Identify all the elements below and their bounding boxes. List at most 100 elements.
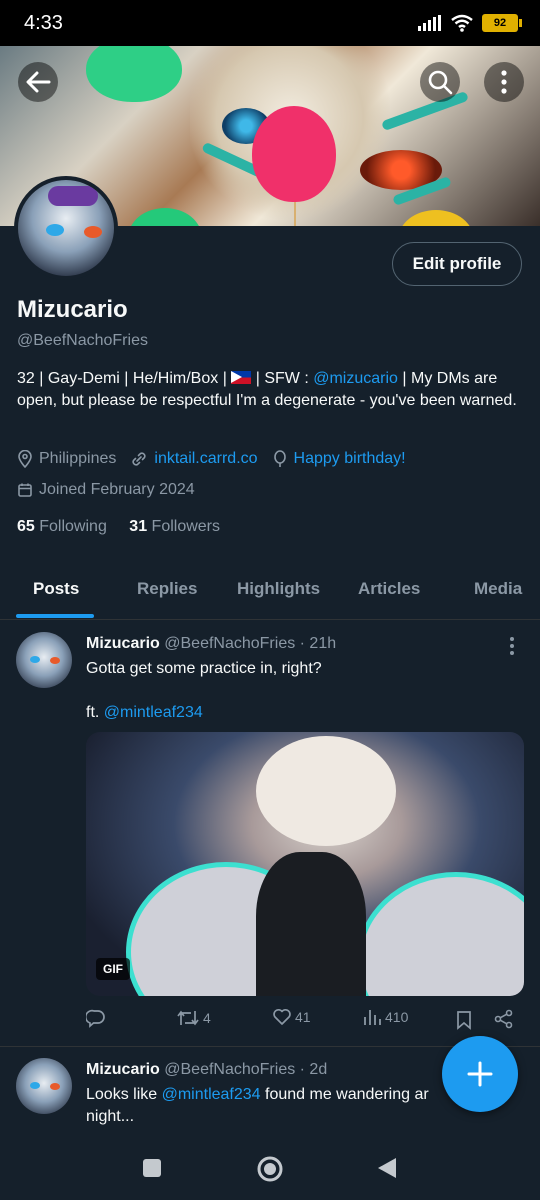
more-horizontal-icon[interactable] xyxy=(508,636,516,656)
views-count: 410 xyxy=(385,1009,409,1025)
post-header: Mizucario @BeefNachoFries · 2d xyxy=(86,1061,327,1079)
system-nav-bar xyxy=(0,1134,540,1200)
following-link[interactable]: 65 Following xyxy=(17,518,107,535)
arrow-left-icon xyxy=(26,71,51,93)
bio-text: 32 | Gay-Demi | He/Him/Box | xyxy=(17,370,232,387)
profile-website-link[interactable]: inktail.carrd.co xyxy=(154,450,257,468)
reply-icon xyxy=(86,1009,105,1028)
post-meta: @BeefNachoFries · 21h xyxy=(164,635,337,652)
following-count: 65 xyxy=(17,518,35,535)
avatar-eye xyxy=(50,1083,60,1090)
compose-button[interactable] xyxy=(442,1036,518,1112)
post-author-name[interactable]: Mizucario xyxy=(86,1061,160,1078)
post-author-name[interactable]: Mizucario xyxy=(86,635,160,652)
active-tab-indicator xyxy=(16,614,94,618)
media-art xyxy=(256,736,396,846)
post-header: Mizucario @BeefNachoFries · 21h xyxy=(86,635,336,653)
calendar-icon xyxy=(18,483,32,497)
balloon-yellow xyxy=(398,210,474,226)
profile-handle: @BeefNachoFries xyxy=(17,332,148,349)
media-art xyxy=(356,872,524,996)
tab-posts[interactable]: Posts xyxy=(33,579,79,599)
post-text-suffix: found me wandering ar xyxy=(260,1086,429,1103)
balloon-pink xyxy=(252,106,336,226)
tab-articles[interactable]: Articles xyxy=(358,579,420,599)
profile-tabs: Posts Replies Highlights Articles Media xyxy=(0,560,540,620)
media-art xyxy=(256,852,366,996)
post-text: ft. @mintleaf234 xyxy=(86,702,203,724)
post-text: night... xyxy=(86,1108,135,1125)
battery-indicator: 92 xyxy=(482,14,522,32)
following-label: Following xyxy=(39,518,107,535)
avatar-eye xyxy=(30,1082,40,1089)
retweet-button[interactable]: 4 xyxy=(176,1008,211,1028)
home-icon[interactable] xyxy=(256,1155,284,1183)
reply-button[interactable] xyxy=(86,1008,106,1028)
post-mention-link[interactable]: @mintleaf234 xyxy=(162,1086,261,1103)
back-nav-icon[interactable] xyxy=(376,1156,398,1180)
post-avatar[interactable] xyxy=(16,632,72,688)
profile-birthday[interactable]: Happy birthday! xyxy=(294,450,406,468)
post-text-prefix: Looks like xyxy=(86,1086,162,1103)
signal-icon xyxy=(418,15,441,31)
post-avatar[interactable] xyxy=(16,1058,72,1114)
post-text: Gotta get some practice in, right? xyxy=(86,660,322,677)
bio-text: | SFW : xyxy=(251,370,314,387)
heart-icon xyxy=(273,1008,291,1025)
views-chart-icon xyxy=(364,1010,381,1025)
followers-label: Followers xyxy=(151,518,221,535)
philippines-flag-icon xyxy=(231,371,252,384)
gif-badge: GIF xyxy=(96,958,130,980)
back-button[interactable] xyxy=(18,62,58,102)
post-mention-link[interactable]: @mintleaf234 xyxy=(104,704,203,721)
profile-name: Mizucario xyxy=(17,296,128,323)
like-button[interactable]: 41 xyxy=(272,1008,311,1026)
search-button[interactable] xyxy=(420,62,460,102)
status-icons: 92 xyxy=(418,14,522,32)
avatar-eye xyxy=(30,656,40,663)
status-time: 4:33 xyxy=(24,12,63,34)
avatar-eye xyxy=(84,226,102,238)
status-bar: 4:33 92 xyxy=(0,0,540,46)
more-button[interactable] xyxy=(484,62,524,102)
bookmark-icon[interactable] xyxy=(456,1010,472,1030)
plus-icon xyxy=(467,1061,493,1087)
tab-replies[interactable]: Replies xyxy=(137,579,197,599)
bio-mention-link[interactable]: @mizucario xyxy=(313,370,398,387)
banner-art-stripe xyxy=(381,90,469,132)
profile-location: Philippines xyxy=(39,450,117,467)
link-icon xyxy=(132,452,146,466)
avatar-eye xyxy=(50,657,60,664)
views-button[interactable]: 410 xyxy=(362,1008,408,1026)
retweet-count: 4 xyxy=(203,1010,211,1026)
edit-profile-button[interactable]: Edit profile xyxy=(392,242,522,286)
search-icon xyxy=(428,70,453,95)
battery-level: 92 xyxy=(493,17,507,29)
followers-count: 31 xyxy=(129,518,148,535)
location-pin-icon xyxy=(18,450,32,468)
profile-joined: Joined February 2024 xyxy=(39,481,195,498)
retweet-icon xyxy=(177,1010,199,1026)
share-icon[interactable] xyxy=(494,1009,514,1029)
avatar-goggles xyxy=(48,186,98,206)
post-text-prefix: ft. xyxy=(86,704,104,721)
post-meta: @BeefNachoFries · 2d xyxy=(164,1061,328,1078)
profile-avatar[interactable] xyxy=(14,176,118,280)
profile-meta-row: Philippines inktail.carrd.co Happy birth… xyxy=(17,450,406,468)
balloon-green xyxy=(86,46,182,102)
post-actions: 4 41 410 xyxy=(86,1008,524,1034)
post-media-gif[interactable] xyxy=(86,732,524,996)
recents-icon[interactable] xyxy=(142,1158,162,1178)
follow-stats: 65 Following 31 Followers xyxy=(17,518,220,536)
balloon-icon xyxy=(273,450,286,467)
tab-media[interactable]: Media xyxy=(474,579,522,599)
post-text: Looks like @mintleaf234 found me wanderi… xyxy=(86,1084,429,1106)
profile-joined-row: Joined February 2024 xyxy=(17,481,195,499)
wifi-icon xyxy=(451,14,473,32)
more-vertical-icon xyxy=(501,70,507,94)
like-count: 41 xyxy=(295,1009,311,1025)
avatar-eye xyxy=(46,224,64,236)
tab-highlights[interactable]: Highlights xyxy=(237,579,320,599)
profile-bio: 32 | Gay-Demi | He/Him/Box | | SFW : @mi… xyxy=(17,368,523,412)
followers-link[interactable]: 31 Followers xyxy=(129,518,220,535)
